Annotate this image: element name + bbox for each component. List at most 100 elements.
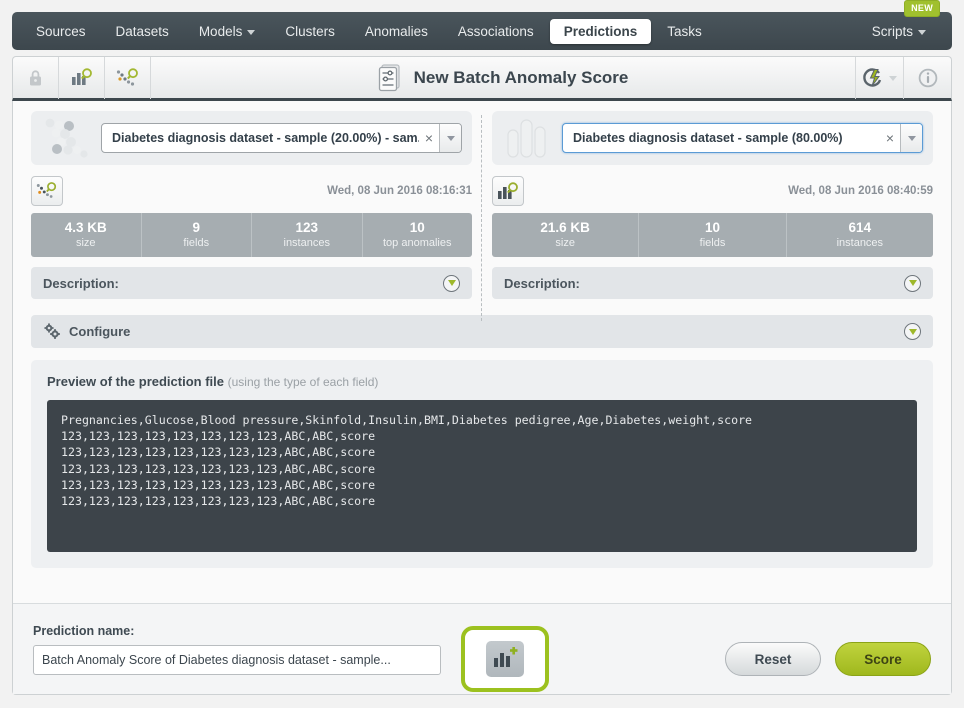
main-content: Diabetes diagnosis dataset - sample (20.… (12, 101, 952, 695)
nav-label: Associations (457, 23, 534, 39)
nav-item-scripts[interactable]: Scripts (858, 19, 940, 44)
action-buttons: Reset Score (725, 642, 931, 676)
prediction-name-input[interactable] (33, 644, 441, 675)
description-label: Description: (504, 275, 580, 291)
dataset-panel: Diabetes diagnosis dataset - sample (80.… (482, 111, 943, 299)
nav-label: Anomalies (364, 23, 428, 39)
nav-label: Scripts (871, 23, 913, 39)
chevron-down-icon (907, 135, 916, 141)
app-window: Sources Datasets Models Clusters Anomali… (0, 0, 964, 708)
stat-value: 21.6 KB (540, 220, 590, 235)
dataset-stats-bar: 21.6 KB size 10 fields 614 instances (492, 213, 933, 257)
bar-chart-icon (502, 116, 554, 160)
anomaly-resource-button[interactable] (31, 176, 63, 206)
dataset-search-icon (498, 181, 518, 199)
expand-configure-button[interactable] (904, 323, 921, 340)
lock-button[interactable] (13, 56, 59, 99)
anomaly-search-button[interactable] (105, 56, 151, 99)
header-left-icons (13, 56, 151, 99)
info-icon (918, 68, 937, 87)
anomaly-stats-bar: 4.3 KB size 9 fields 123 instances 10 to… (31, 213, 472, 257)
expand-description-button[interactable] (904, 274, 921, 292)
chevron-down-icon (908, 328, 917, 335)
stat-label: instances (836, 237, 884, 249)
anomaly-select[interactable]: Diabetes diagnosis dataset - sample (20.… (101, 123, 462, 153)
dataset-search-button[interactable] (59, 56, 105, 99)
resource-header-bar: New Batch Anomaly Score (12, 56, 952, 101)
anomaly-created-date: Wed, 08 Jun 2016 08:16:31 (327, 185, 472, 197)
nav-item-tasks[interactable]: Tasks (653, 19, 716, 44)
anomaly-select-arrow[interactable] (439, 124, 461, 152)
stat-value: 10 (409, 220, 425, 235)
stat-item: 4.3 KB size (31, 213, 142, 257)
create-dataset-icon (494, 647, 518, 667)
main-navigation: Sources Datasets Models Clusters Anomali… (12, 0, 952, 50)
page-title: New Batch Anomaly Score (413, 67, 629, 87)
stat-value: 9 (192, 220, 200, 235)
nav-item-sources[interactable]: Sources (22, 19, 100, 44)
nav-label: Predictions (563, 23, 638, 39)
create-dataset-button[interactable] (486, 641, 524, 677)
stat-value: 123 (295, 220, 319, 235)
nav-label: Datasets (115, 23, 169, 39)
dataset-select-arrow[interactable] (900, 124, 922, 152)
dataset-created-date: Wed, 08 Jun 2016 08:40:59 (788, 185, 933, 197)
expand-description-button[interactable] (443, 274, 460, 292)
reset-label: Reset (754, 651, 792, 667)
page-title-group: New Batch Anomaly Score (151, 63, 855, 93)
chevron-down-icon (908, 280, 917, 286)
stat-item: 123 instances (252, 213, 363, 257)
stat-label: fields (183, 237, 210, 249)
preview-section: Preview of the prediction file (using th… (31, 360, 933, 568)
nav-item-clusters[interactable]: Clusters (271, 19, 349, 44)
nav-item-associations[interactable]: Associations (444, 19, 548, 44)
actions-menu-button[interactable] (855, 56, 903, 99)
nav-label: Models (198, 23, 243, 39)
dataset-search-icon (71, 68, 92, 85)
nav-right-group: NEW Scripts (858, 0, 942, 44)
stat-label: top anomalies (383, 237, 452, 249)
anomaly-description-bar[interactable]: Description: (31, 267, 472, 299)
clear-icon[interactable]: × (880, 124, 900, 152)
anomaly-dots-icon (41, 116, 93, 160)
clear-icon[interactable]: × (419, 124, 439, 152)
anomaly-selector-box: Diabetes diagnosis dataset - sample (20.… (31, 111, 472, 165)
create-dataset-highlight (461, 626, 549, 692)
nav-item-datasets[interactable]: Datasets (102, 19, 183, 44)
dataset-meta-row: Wed, 08 Jun 2016 08:40:59 (492, 175, 933, 207)
anomaly-detection-icon (36, 182, 57, 198)
nav-label: Tasks (667, 23, 702, 39)
nav-item-models[interactable]: Models (185, 19, 270, 44)
stat-label: size (75, 237, 96, 249)
nav-item-predictions[interactable]: Predictions (549, 18, 652, 44)
prediction-name-block: Prediction name: (33, 624, 441, 675)
configure-bar[interactable]: Configure (31, 315, 933, 348)
score-button[interactable]: Score (835, 642, 931, 676)
stat-item: 9 fields (142, 213, 252, 257)
chevron-down-icon (918, 29, 926, 35)
header-right-icons (855, 56, 951, 99)
reset-button[interactable]: Reset (725, 642, 821, 676)
info-button[interactable] (903, 56, 951, 99)
nav-label: Clusters (285, 23, 335, 39)
stat-value: 10 (704, 220, 720, 235)
stat-item: 10 top anomalies (363, 213, 473, 257)
score-label: Score (864, 651, 902, 667)
stat-label: size (555, 237, 575, 249)
preview-title-text: Preview of the prediction file (47, 374, 224, 389)
chevron-down-icon (889, 76, 897, 81)
chevron-down-icon (447, 280, 456, 286)
dataset-select[interactable]: Diabetes diagnosis dataset - sample (80.… (562, 123, 923, 153)
dataset-description-bar[interactable]: Description: (492, 267, 933, 299)
nav-label: Sources (36, 23, 86, 39)
dataset-resource-button[interactable] (492, 176, 524, 206)
stat-item: 10 fields (639, 213, 787, 257)
new-badge: NEW (904, 0, 940, 17)
nav-item-anomalies[interactable]: Anomalies (351, 19, 442, 44)
batch-prediction-icon (378, 63, 400, 91)
preview-heading: Preview of the prediction file (using th… (47, 374, 917, 389)
anomaly-meta-row: Wed, 08 Jun 2016 08:16:31 (31, 175, 472, 207)
prediction-name-label: Prediction name: (33, 623, 135, 638)
dataset-select-value: Diabetes diagnosis dataset - sample (80.… (573, 131, 843, 145)
anomaly-search-icon (116, 67, 138, 86)
